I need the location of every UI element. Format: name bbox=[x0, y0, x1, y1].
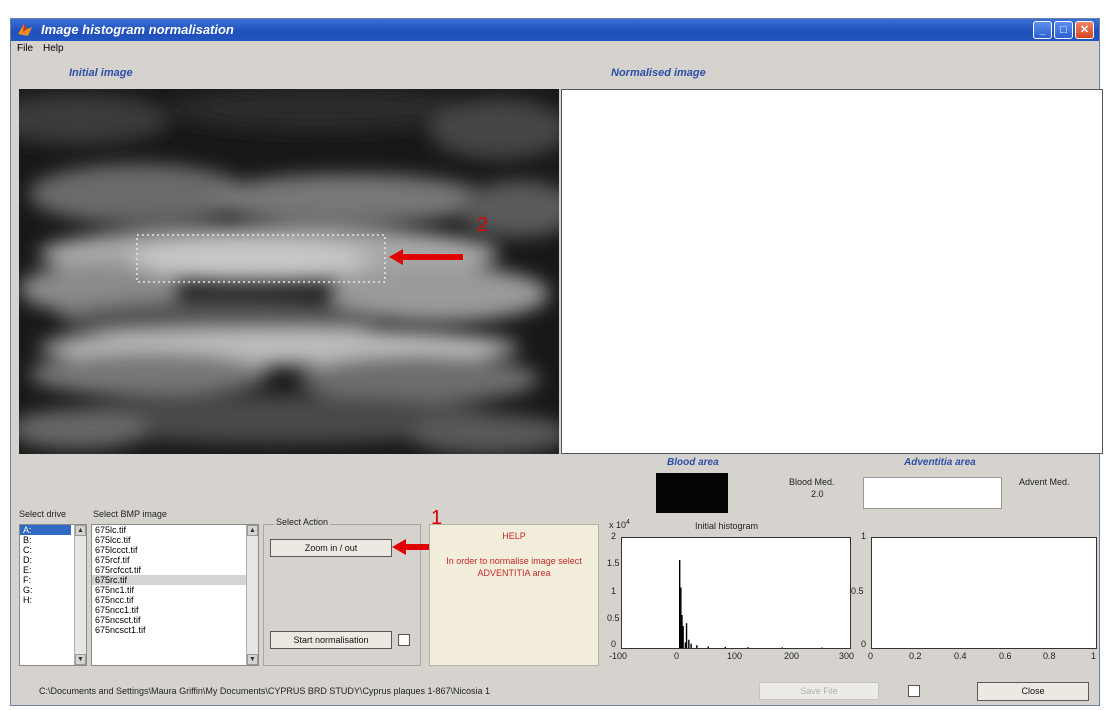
menu-help[interactable]: Help bbox=[43, 43, 64, 54]
hist-x-tick: 0 bbox=[674, 651, 680, 661]
minimize-icon: _ bbox=[1039, 24, 1046, 36]
histogram-bar bbox=[707, 646, 709, 648]
drive-scrollbar[interactable]: ▲ ▼ bbox=[74, 525, 86, 665]
norm-x-tick: 0.2 bbox=[909, 651, 922, 661]
menu-file[interactable]: File bbox=[17, 43, 33, 54]
bmp-item[interactable]: 675ncc.tif bbox=[92, 595, 258, 605]
help-text: In order to normalise image select ADVEN… bbox=[446, 556, 582, 578]
zoom-in-out-button[interactable]: Zoom in / out bbox=[270, 539, 392, 557]
close-icon: ✕ bbox=[1079, 24, 1090, 36]
bmp-item[interactable]: 675lccct.tif bbox=[92, 545, 258, 555]
norm-x-tick: 1 bbox=[1091, 651, 1097, 661]
hist-y-tick: 0.5 bbox=[607, 613, 620, 623]
initial-image-label: Initial image bbox=[69, 67, 133, 79]
annotation-number-2: 2 bbox=[477, 214, 489, 236]
scroll-down-icon[interactable]: ▼ bbox=[75, 654, 86, 665]
close-window-button[interactable]: ✕ bbox=[1075, 21, 1094, 39]
histogram-bar bbox=[781, 647, 783, 648]
maximize-button[interactable]: □ bbox=[1054, 21, 1073, 39]
bmp-item[interactable]: 675ncc1.tif bbox=[92, 605, 258, 615]
norm-y-tick: 0 bbox=[861, 639, 867, 649]
advent-med-label: Advent Med. bbox=[1019, 477, 1070, 487]
hist-y-tick: 1 bbox=[611, 586, 617, 596]
bmp-item[interactable]: 675nc1.tif bbox=[92, 585, 258, 595]
scroll-up-icon[interactable]: ▲ bbox=[75, 525, 86, 536]
hist-y-tick: 2 bbox=[611, 531, 617, 541]
hist-x-tick: 200 bbox=[784, 651, 800, 661]
bmp-item[interactable]: 675lc.tif bbox=[92, 525, 258, 535]
title-bar: Image histogram normalisation _ □ ✕ bbox=[11, 19, 1099, 41]
bmp-scrollbar[interactable]: ▲ ▼ bbox=[246, 525, 258, 665]
histogram-bar bbox=[696, 645, 698, 648]
save-file-button[interactable]: Save File bbox=[759, 682, 879, 700]
hist-x-tick: 100 bbox=[727, 651, 743, 661]
blood-area-label: Blood area bbox=[667, 457, 719, 468]
norm-x-tick: 0.8 bbox=[1043, 651, 1056, 661]
blood-area-preview bbox=[656, 473, 728, 513]
blood-med-label: Blood Med. bbox=[789, 477, 835, 487]
histogram-bar bbox=[685, 623, 688, 648]
blood-med-value: 2.0 bbox=[811, 489, 824, 499]
histogram-plot bbox=[679, 560, 823, 648]
histogram-bar bbox=[690, 643, 692, 648]
norm-x-tick: 0.4 bbox=[954, 651, 967, 661]
close-button[interactable]: Close bbox=[977, 682, 1089, 701]
bmp-listbox[interactable]: 675lc.tif 675lcc.tif 675lccct.tif 675rcf… bbox=[91, 524, 259, 666]
hist-y-tick: 0 bbox=[611, 639, 617, 649]
app-window: Image histogram normalisation _ □ ✕ File… bbox=[10, 18, 1103, 706]
histogram-exponent: x 104 bbox=[609, 519, 630, 530]
adventitia-area-label: Adventitia area bbox=[904, 457, 976, 468]
red-arrow-shaft-2 bbox=[401, 254, 463, 260]
histogram-bar bbox=[688, 639, 690, 648]
normalised-histogram-axes bbox=[871, 537, 1097, 649]
select-bmp-label: Select BMP image bbox=[93, 509, 167, 519]
select-action-label: Select Action bbox=[274, 517, 331, 527]
histogram-title: Initial histogram bbox=[695, 521, 759, 531]
window-title: Image histogram normalisation bbox=[41, 22, 234, 37]
help-title: HELP bbox=[502, 531, 526, 541]
bmp-item[interactable]: 675ncsct.tif bbox=[92, 615, 258, 625]
bmp-item[interactable]: 675lcc.tif bbox=[92, 535, 258, 545]
norm-x-tick: 0.6 bbox=[999, 651, 1012, 661]
save-checkbox[interactable] bbox=[908, 685, 920, 697]
select-drive-label: Select drive bbox=[19, 509, 67, 519]
histogram-bar bbox=[724, 646, 726, 648]
bmp-item-selected[interactable]: 675rc.tif bbox=[92, 575, 258, 585]
hist-x-tick: 300 bbox=[839, 651, 855, 661]
hist-y-tick: 1.5 bbox=[607, 558, 620, 568]
bmp-item[interactable]: 675rcf.tif bbox=[92, 555, 258, 565]
drive-listbox[interactable]: A: B: C: D: E: F: G: H: ▲ ▼ bbox=[19, 524, 87, 666]
start-normalisation-button[interactable]: Start normalisation bbox=[270, 631, 392, 649]
hist-x-tick: -100 bbox=[609, 651, 628, 661]
histogram-bar bbox=[747, 647, 749, 648]
norm-y-tick: 1 bbox=[861, 531, 867, 541]
scroll-up-icon[interactable]: ▲ bbox=[247, 525, 258, 536]
norm-y-tick: 0.5 bbox=[851, 586, 864, 596]
histogram-bar bbox=[682, 626, 684, 648]
initial-image-axes[interactable] bbox=[19, 89, 559, 454]
ultrasound-image bbox=[19, 89, 559, 454]
menu-bar: File Help bbox=[11, 41, 1099, 57]
normalisation-checkbox[interactable] bbox=[398, 634, 410, 646]
current-path: C:\Documents and Settings\Maura Griffin\… bbox=[39, 686, 491, 696]
adventitia-area-preview bbox=[863, 477, 1002, 509]
minimize-button[interactable]: _ bbox=[1033, 21, 1052, 39]
matlab-logo-icon bbox=[18, 24, 32, 36]
drive-item-a[interactable]: A: bbox=[20, 525, 71, 535]
maximize-icon: □ bbox=[1060, 24, 1067, 36]
scroll-down-icon[interactable]: ▼ bbox=[247, 654, 258, 665]
normalised-image-axes[interactable] bbox=[561, 89, 1103, 454]
bmp-item[interactable]: 675rcfcct.tif bbox=[92, 565, 258, 575]
help-panel: HELP In order to normalise image select … bbox=[429, 524, 599, 666]
bmp-item[interactable]: 675ncsct1.tif bbox=[92, 625, 258, 635]
normalised-image-label: Normalised image bbox=[611, 67, 706, 79]
histogram-axes bbox=[621, 537, 851, 649]
norm-x-tick: 0 bbox=[868, 651, 874, 661]
